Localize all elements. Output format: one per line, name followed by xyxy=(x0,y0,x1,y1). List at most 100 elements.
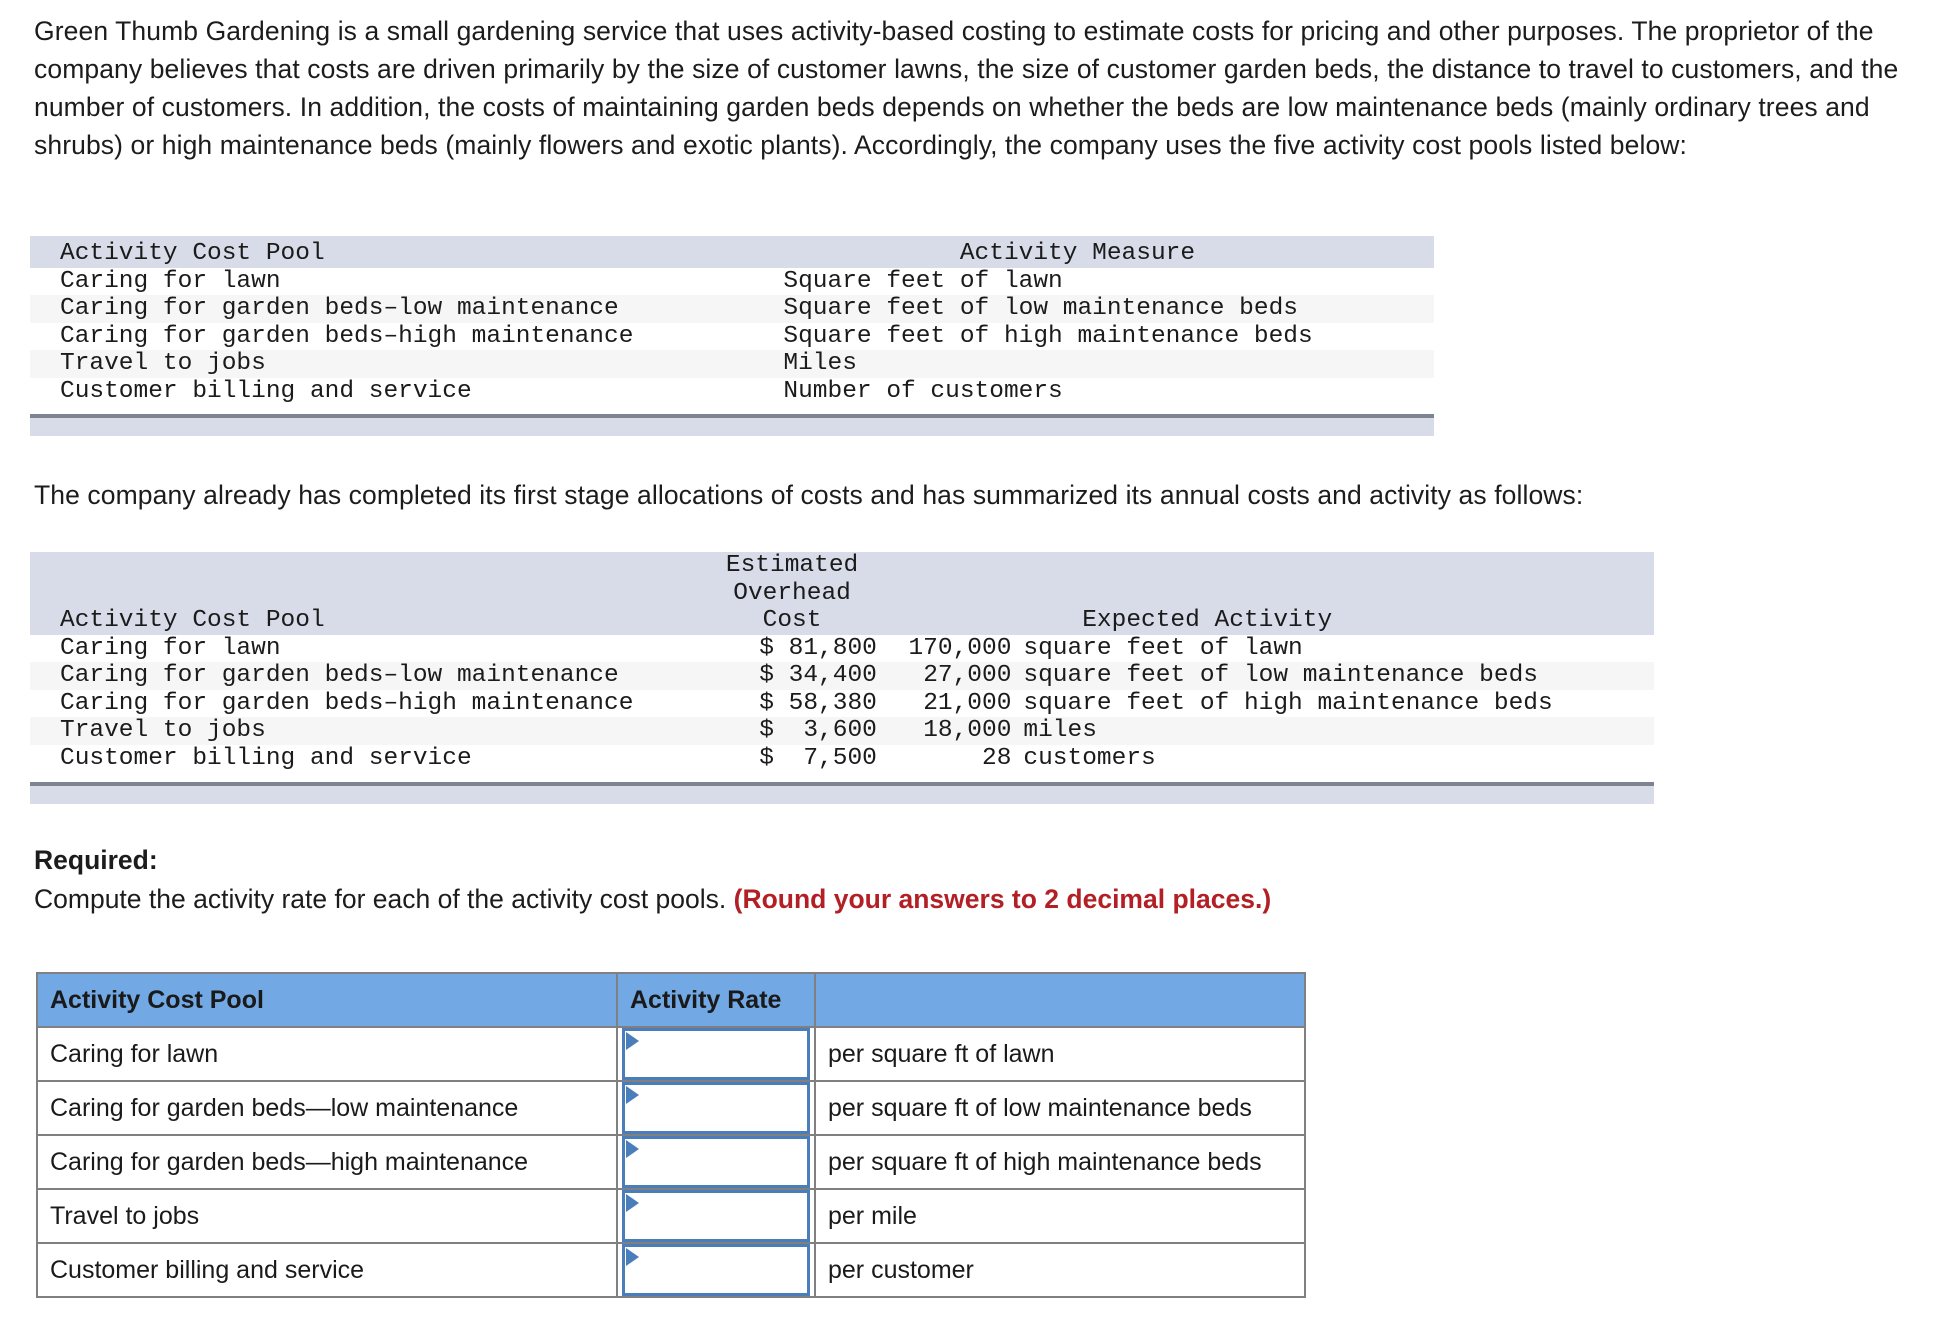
answer-unit-label: per customer xyxy=(814,1242,1306,1298)
activity-measures-table: Activity Cost Pool Activity Measure Cari… xyxy=(30,236,1434,405)
answer-unit-label: per square ft of high maintenance beds xyxy=(814,1134,1306,1190)
table-header-row-line3: Activity Cost Pool Cost Expected Activit… xyxy=(30,607,1654,635)
expected-unit: square feet of low maintenance beds xyxy=(1011,662,1654,690)
header-overhead: Overhead xyxy=(707,579,877,607)
answer-unit-label: per square ft of lawn xyxy=(814,1026,1306,1082)
header-spacer-2 xyxy=(876,552,1012,580)
measure-name: Square feet of low maintenance beds xyxy=(783,295,1434,323)
activity-rate-input-low-maintenance[interactable] xyxy=(622,1082,810,1134)
header-cost: Cost xyxy=(707,607,877,635)
table-row: Caring for garden beds–low maintenance $… xyxy=(30,662,1654,690)
activity-measures-table-footer-bar xyxy=(30,414,1434,436)
activity-rate-input-billing[interactable] xyxy=(622,1244,810,1296)
table-row: Customer billing and service $ 7,500 28 … xyxy=(30,744,1654,772)
overhead-cost: $ 7,500 xyxy=(707,744,877,772)
answer-pool-name: Caring for lawn xyxy=(36,1026,618,1082)
table-header-row-line2: Overhead xyxy=(30,579,1654,607)
table-header-row-line1: Estimated xyxy=(30,552,1654,580)
pool-name: Caring for lawn xyxy=(30,634,708,662)
pool-name: Caring for garden beds–high maintenance xyxy=(30,322,784,350)
answer-header-activity-cost-pool: Activity Cost Pool xyxy=(36,972,618,1028)
estimated-costs-table-footer-bar xyxy=(30,782,1654,804)
answer-rate-cell[interactable] xyxy=(616,1134,816,1190)
answer-unit-label: per mile xyxy=(814,1188,1306,1244)
table-row: Travel to jobs Miles xyxy=(30,350,1434,378)
table-row: Travel to jobs $ 3,600 18,000 miles xyxy=(30,717,1654,745)
rate-input-wrapper xyxy=(618,1244,814,1296)
estimated-costs-table: Estimated Overhead Activity Cost Pool Co… xyxy=(30,552,1654,772)
pool-name: Caring for garden beds–low maintenance xyxy=(30,295,784,323)
answer-pool-name: Caring for garden beds—low maintenance xyxy=(36,1080,618,1136)
measure-name: Square feet of high maintenance beds xyxy=(783,322,1434,350)
intro-paragraph: Green Thumb Gardening is a small gardeni… xyxy=(34,16,1899,160)
overhead-cost: $ 81,800 xyxy=(707,634,877,662)
table-header-row: Activity Cost Pool Activity Measure xyxy=(30,236,1434,268)
table-row: Customer billing and service per custome… xyxy=(36,1242,1306,1298)
table-row: Travel to jobs per mile xyxy=(36,1188,1306,1244)
header-spacer-5 xyxy=(876,579,1012,607)
table-row: Caring for garden beds–high maintenance … xyxy=(30,322,1434,350)
rate-input-wrapper xyxy=(618,1028,814,1080)
pool-name: Caring for lawn xyxy=(30,267,784,295)
activity-rate-answer-table: Activity Cost Pool Activity Rate Caring … xyxy=(36,972,1306,1298)
expected-unit: customers xyxy=(1011,744,1654,772)
pool-name: Caring for garden beds–low maintenance xyxy=(30,662,708,690)
activity-rate-input-travel[interactable] xyxy=(622,1190,810,1242)
answer-table-header-row: Activity Cost Pool Activity Rate xyxy=(36,972,1306,1028)
rounding-note: (Round your answers to 2 decimal places.… xyxy=(733,884,1272,914)
overhead-cost: $ 3,600 xyxy=(707,717,877,745)
header-expected-activity: Expected Activity xyxy=(1011,607,1654,635)
expected-quantity: 170,000 xyxy=(876,634,1012,662)
expected-quantity: 21,000 xyxy=(876,689,1012,717)
pool-name: Travel to jobs xyxy=(30,717,708,745)
expected-unit: square feet of lawn xyxy=(1011,634,1654,662)
pool-name: Caring for garden beds–high maintenance xyxy=(30,689,708,717)
expected-quantity: 28 xyxy=(876,744,1012,772)
table-row: Caring for garden beds—high maintenance … xyxy=(36,1134,1306,1190)
pool-name: Customer billing and service xyxy=(30,744,708,772)
measure-name: Miles xyxy=(783,350,1434,378)
expected-quantity: 18,000 xyxy=(876,717,1012,745)
answer-header-unit xyxy=(814,972,1306,1028)
header-spacer-6 xyxy=(1011,579,1654,607)
expected-unit: square feet of high maintenance beds xyxy=(1011,689,1654,717)
answer-header-activity-rate: Activity Rate xyxy=(616,972,816,1028)
answer-rate-cell[interactable] xyxy=(616,1080,816,1136)
rate-input-wrapper xyxy=(618,1082,814,1134)
overhead-cost: $ 34,400 xyxy=(707,662,877,690)
answer-rate-cell[interactable] xyxy=(616,1242,816,1298)
pool-name: Travel to jobs xyxy=(30,350,784,378)
question-page: Green Thumb Gardening is a small gardeni… xyxy=(0,0,1956,1324)
answer-pool-name: Caring for garden beds—high maintenance xyxy=(36,1134,618,1190)
table-row: Caring for lawn Square feet of lawn xyxy=(30,267,1434,295)
table-row: Caring for garden beds—low maintenance p… xyxy=(36,1080,1306,1136)
activity-rate-input-lawn[interactable] xyxy=(622,1028,810,1080)
expected-unit: miles xyxy=(1011,717,1654,745)
required-label: Required: xyxy=(34,845,158,875)
rate-input-wrapper xyxy=(618,1136,814,1188)
required-prompt: Compute the activity rate for each of th… xyxy=(34,884,1271,915)
header-estimated: Estimated xyxy=(707,552,877,580)
header-spacer-4 xyxy=(30,579,708,607)
measure-name: Square feet of lawn xyxy=(783,267,1434,295)
header-spacer-1 xyxy=(30,552,708,580)
table-row: Caring for lawn $ 81,800 170,000 square … xyxy=(30,634,1654,662)
table-row: Customer billing and service Number of c… xyxy=(30,377,1434,405)
activity-rate-input-high-maintenance[interactable] xyxy=(622,1136,810,1188)
table-row: Caring for garden beds–low maintenance S… xyxy=(30,295,1434,323)
table-row: Caring for lawn per square ft of lawn xyxy=(36,1026,1306,1082)
header-spacer-7 xyxy=(876,607,1012,635)
answer-rate-cell[interactable] xyxy=(616,1188,816,1244)
header-spacer-3 xyxy=(1011,552,1654,580)
measure-name: Number of customers xyxy=(783,377,1434,405)
answer-pool-name: Travel to jobs xyxy=(36,1188,618,1244)
header-activity-measure: Activity Measure xyxy=(783,236,1434,268)
answer-pool-name: Customer billing and service xyxy=(36,1242,618,1298)
header-activity-cost-pool-2: Activity Cost Pool xyxy=(30,607,708,635)
required-prompt-text: Compute the activity rate for each of th… xyxy=(34,884,734,914)
answer-rate-cell[interactable] xyxy=(616,1026,816,1082)
header-activity-cost-pool: Activity Cost Pool xyxy=(30,236,784,268)
table-row: Caring for garden beds–high maintenance … xyxy=(30,689,1654,717)
expected-quantity: 27,000 xyxy=(876,662,1012,690)
overhead-cost: $ 58,380 xyxy=(707,689,877,717)
